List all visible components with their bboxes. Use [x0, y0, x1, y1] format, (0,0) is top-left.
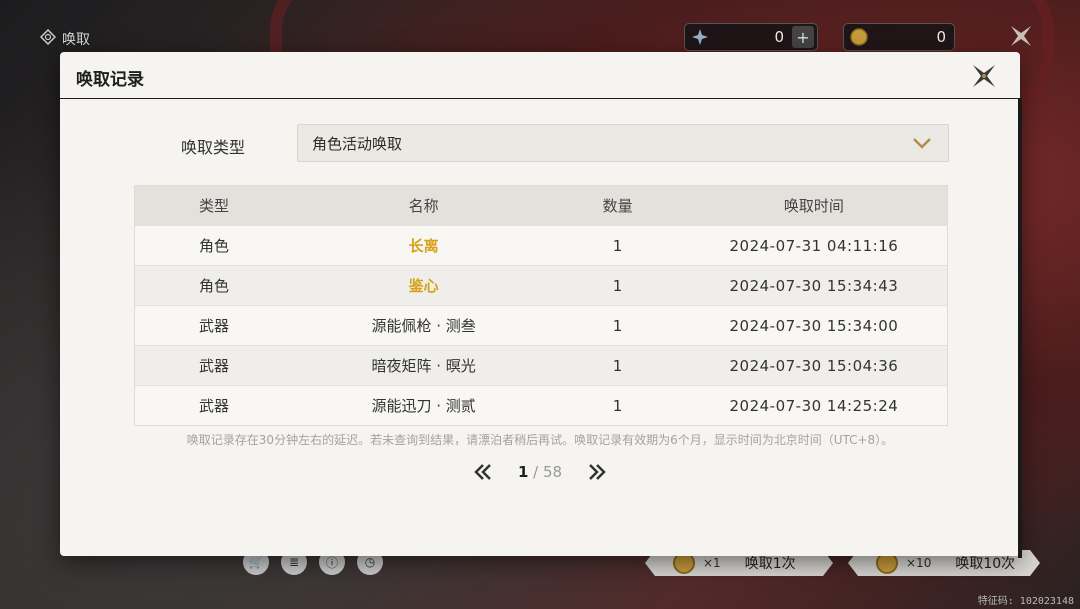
cell-name: 暗夜矩阵 · 暝光: [292, 345, 555, 386]
table-row: 武器 源能佩枪 · 测叁 1 2024-07-30 15:34:00: [134, 305, 948, 346]
dialog-accent: [1018, 98, 1022, 558]
close-icon[interactable]: [970, 62, 998, 90]
tide-coin-icon: [850, 28, 868, 46]
cell-time: 2024-07-30 14:25:24: [680, 385, 948, 426]
convene-history-dialog: 唤取记录 唤取类型 角色活动唤取 类型 名称 数量 唤取时间 角色 长离 1 2…: [60, 52, 1022, 558]
previous-page-icon[interactable]: [471, 460, 495, 484]
cell-type: 武器: [134, 305, 293, 346]
cell-quantity: 1: [554, 345, 681, 386]
chevron-down-icon: [910, 131, 934, 155]
dropdown-value: 角色活动唤取: [312, 134, 403, 153]
table-header-row: 类型 名称 数量 唤取时间: [134, 185, 948, 226]
table-row: 角色 鉴心 1 2024-07-30 15:34:43: [134, 265, 948, 306]
astrite-icon: [691, 28, 709, 46]
cell-quantity: 1: [554, 225, 681, 266]
next-page-icon[interactable]: [585, 460, 609, 484]
cell-name: 长离: [292, 225, 555, 266]
cell-type: 角色: [134, 225, 293, 266]
cell-time: 2024-07-30 15:34:43: [680, 265, 948, 306]
delay-notice: 唤取记录存在30分钟左右的延迟。若未查询到结果，请漂泊者稍后再试。唤取记录有效期…: [186, 433, 894, 447]
pagination: 1 / 58: [440, 460, 640, 484]
cell-name: 鉴心: [292, 265, 555, 306]
column-header-time: 唤取时间: [680, 185, 948, 226]
cell-name: 源能迅刀 · 测贰: [292, 385, 555, 426]
page-indicator: 1 / 58: [495, 463, 585, 481]
screen-title: 唤取: [39, 28, 90, 49]
column-header-type: 类型: [134, 185, 293, 226]
astrite-counter: 0 +: [684, 23, 818, 51]
table-row: 武器 源能迅刀 · 测贰 1 2024-07-30 14:25:24: [134, 385, 948, 426]
cell-type: 武器: [134, 345, 293, 386]
pull-ten-label: 唤取10次: [955, 556, 1016, 572]
pull-once-cost: ×1: [703, 556, 721, 570]
column-header-name: 名称: [292, 185, 555, 226]
pull-ten-cost: ×10: [906, 556, 932, 570]
screen-title-text: 唤取: [62, 32, 90, 48]
cell-time: 2024-07-31 04:11:16: [680, 225, 948, 266]
add-currency-button[interactable]: +: [792, 26, 814, 48]
cell-type: 角色: [134, 265, 293, 306]
cell-quantity: 1: [554, 305, 681, 346]
current-page: 1: [517, 463, 529, 481]
exit-icon[interactable]: [1007, 22, 1035, 50]
dialog-header: 唤取记录: [60, 52, 1020, 99]
records-table: 类型 名称 数量 唤取时间 角色 长离 1 2024-07-31 04:11:1…: [134, 185, 948, 426]
tide-value: 0: [936, 28, 946, 46]
filter-label: 唤取类型: [181, 138, 246, 157]
cell-type: 武器: [134, 385, 293, 426]
cell-time: 2024-07-30 15:34:00: [680, 305, 948, 346]
total-pages: 58: [542, 463, 563, 481]
dialog-title: 唤取记录: [76, 70, 144, 90]
table-row: 武器 暗夜矩阵 · 暝光 1 2024-07-30 15:04:36: [134, 345, 948, 386]
astrite-value: 0: [774, 28, 784, 46]
column-header-quantity: 数量: [554, 185, 681, 226]
convene-type-dropdown[interactable]: 角色活动唤取: [297, 124, 949, 162]
player-id: 特征码: 102023148: [977, 596, 1074, 607]
cell-name: 源能佩枪 · 测叁: [292, 305, 555, 346]
convene-icon: [39, 28, 57, 49]
page-separator: /: [528, 463, 543, 481]
tide-counter: 0: [843, 23, 955, 51]
table-row: 角色 长离 1 2024-07-31 04:11:16: [134, 225, 948, 266]
cell-quantity: 1: [554, 385, 681, 426]
pull-once-label: 唤取1次: [744, 556, 796, 572]
cell-time: 2024-07-30 15:04:36: [680, 345, 948, 386]
cell-quantity: 1: [554, 265, 681, 306]
